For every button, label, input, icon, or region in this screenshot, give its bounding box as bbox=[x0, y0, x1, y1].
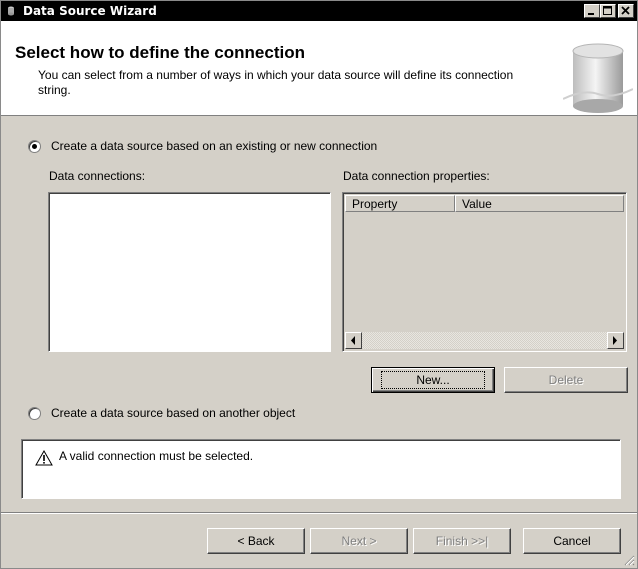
next-button[interactable]: Next > bbox=[310, 528, 408, 554]
scroll-right-button[interactable] bbox=[607, 332, 624, 349]
data-connections-list[interactable] bbox=[48, 192, 331, 352]
title-bar[interactable]: Data Source Wizard bbox=[1, 1, 637, 21]
another-object-label: Create a data source based on another ob… bbox=[51, 406, 296, 420]
arrow-right-icon bbox=[613, 336, 617, 345]
cancel-button-label: Cancel bbox=[553, 534, 591, 548]
arrow-left-icon bbox=[351, 336, 355, 345]
connection-properties-label: Data connection properties: bbox=[343, 169, 490, 183]
data-connections-label: Data connections: bbox=[49, 169, 146, 183]
cancel-button[interactable]: Cancel bbox=[523, 528, 621, 554]
header-banner: Select how to define the connection You … bbox=[1, 21, 637, 116]
delete-connection-button[interactable]: Delete bbox=[504, 367, 628, 393]
resize-grip-icon[interactable] bbox=[623, 554, 635, 566]
validation-message-text: A valid connection must be selected. bbox=[59, 449, 254, 463]
delete-button-label: Delete bbox=[548, 373, 584, 387]
window-title: Data Source Wizard bbox=[23, 4, 157, 18]
horizontal-scrollbar[interactable] bbox=[345, 332, 624, 349]
properties-header-row: Property Value bbox=[345, 195, 624, 212]
validation-message-box: A valid connection must be selected. bbox=[21, 439, 621, 499]
connection-properties-grid[interactable]: Property Value bbox=[342, 192, 627, 352]
property-column-header[interactable]: Property bbox=[345, 195, 455, 212]
maximize-button[interactable] bbox=[600, 4, 616, 18]
back-button-label: < Back bbox=[237, 534, 275, 548]
minimize-button[interactable] bbox=[584, 4, 600, 18]
page-title: Select how to define the connection bbox=[15, 43, 305, 62]
warning-icon bbox=[35, 450, 53, 466]
back-button[interactable]: < Back bbox=[207, 528, 305, 554]
minimize-icon bbox=[588, 13, 594, 15]
database-cylinder-icon bbox=[563, 43, 633, 113]
new-button-label: New... bbox=[381, 371, 485, 389]
radio-button-unchecked[interactable] bbox=[28, 406, 41, 420]
scroll-left-button[interactable] bbox=[345, 332, 362, 349]
data-source-wizard-window: Data Source Wizard Select how to define … bbox=[0, 0, 638, 569]
finish-button-label: Finish >>| bbox=[435, 534, 489, 548]
page-description: You can select from a number of ways in … bbox=[38, 68, 514, 97]
existing-connection-label: Create a data source based on an existin… bbox=[51, 139, 378, 153]
radio-button-checked[interactable] bbox=[28, 139, 41, 153]
finish-button[interactable]: Finish >>| bbox=[413, 528, 511, 554]
close-button[interactable] bbox=[618, 4, 634, 18]
footer-separator bbox=[1, 512, 637, 514]
another-object-radio[interactable]: Create a data source based on another ob… bbox=[28, 406, 295, 420]
value-column-header[interactable]: Value bbox=[455, 195, 624, 212]
new-connection-button[interactable]: New... bbox=[371, 367, 495, 393]
maximize-icon bbox=[603, 6, 612, 15]
next-button-label: Next > bbox=[341, 534, 377, 548]
existing-connection-radio[interactable]: Create a data source based on an existin… bbox=[28, 139, 377, 153]
close-icon bbox=[621, 6, 630, 15]
wizard-app-icon bbox=[8, 6, 14, 16]
